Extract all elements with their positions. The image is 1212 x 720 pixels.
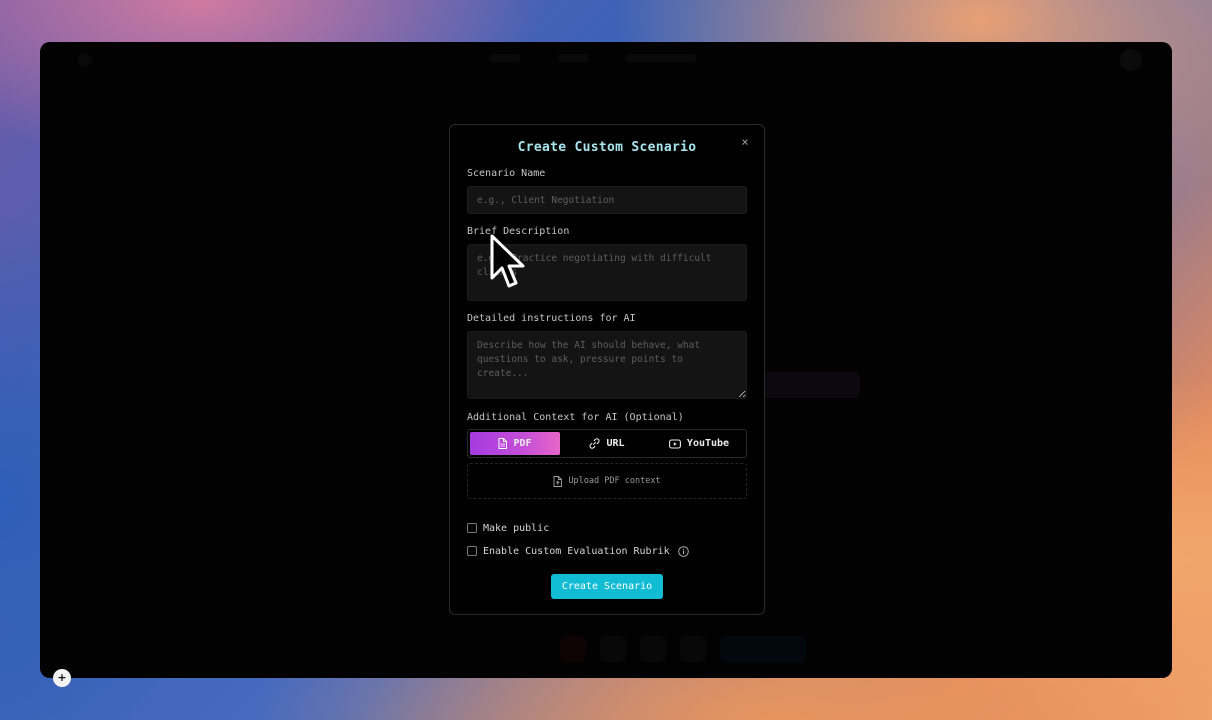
- modal-title: Create Custom Scenario: [517, 140, 697, 155]
- additional-context-label: Additional Context for AI (Optional): [467, 412, 684, 423]
- context-tabs: PDF URL YouTube: [467, 429, 747, 458]
- upload-pdf-dropzone[interactable]: Upload PDF context: [467, 463, 747, 499]
- create-scenario-modal: Create Custom Scenario × Scenario Name B…: [449, 124, 765, 615]
- close-button[interactable]: ×: [738, 135, 752, 149]
- tab-pdf-label: PDF: [513, 438, 532, 449]
- mouse-cursor-icon: [490, 234, 525, 288]
- file-icon: [498, 438, 508, 449]
- scenario-name-label: Scenario Name: [467, 168, 546, 179]
- tab-url-label: URL: [606, 438, 625, 449]
- custom-rubrik-row: Enable Custom Evaluation Rubrik: [467, 544, 747, 558]
- youtube-icon: [668, 438, 681, 449]
- tab-youtube[interactable]: YouTube: [654, 432, 744, 455]
- instructions-input[interactable]: [467, 331, 747, 399]
- make-public-row: Make public: [467, 521, 747, 535]
- scenario-name-input[interactable]: [467, 186, 747, 214]
- info-icon[interactable]: [677, 545, 689, 557]
- make-public-label[interactable]: Make public: [483, 523, 549, 534]
- tab-pdf[interactable]: PDF: [470, 432, 560, 455]
- custom-rubrik-label[interactable]: Enable Custom Evaluation Rubrik: [483, 546, 670, 557]
- tab-url[interactable]: URL: [562, 432, 652, 455]
- create-scenario-button[interactable]: Create Scenario: [551, 574, 663, 599]
- make-public-checkbox[interactable]: [467, 523, 477, 533]
- submit-wrapper: Create Scenario: [467, 574, 747, 599]
- file-upload-icon: [553, 475, 563, 487]
- plus-icon[interactable]: +: [53, 669, 71, 687]
- app-window: Create Custom Scenario × Scenario Name B…: [40, 42, 1172, 678]
- upload-pdf-label: Upload PDF context: [568, 476, 661, 486]
- custom-rubrik-checkbox[interactable]: [467, 546, 477, 556]
- tab-youtube-label: YouTube: [686, 438, 730, 449]
- instructions-label: Detailed instructions for AI: [467, 313, 636, 324]
- link-icon: [589, 438, 600, 449]
- close-icon: ×: [741, 135, 749, 149]
